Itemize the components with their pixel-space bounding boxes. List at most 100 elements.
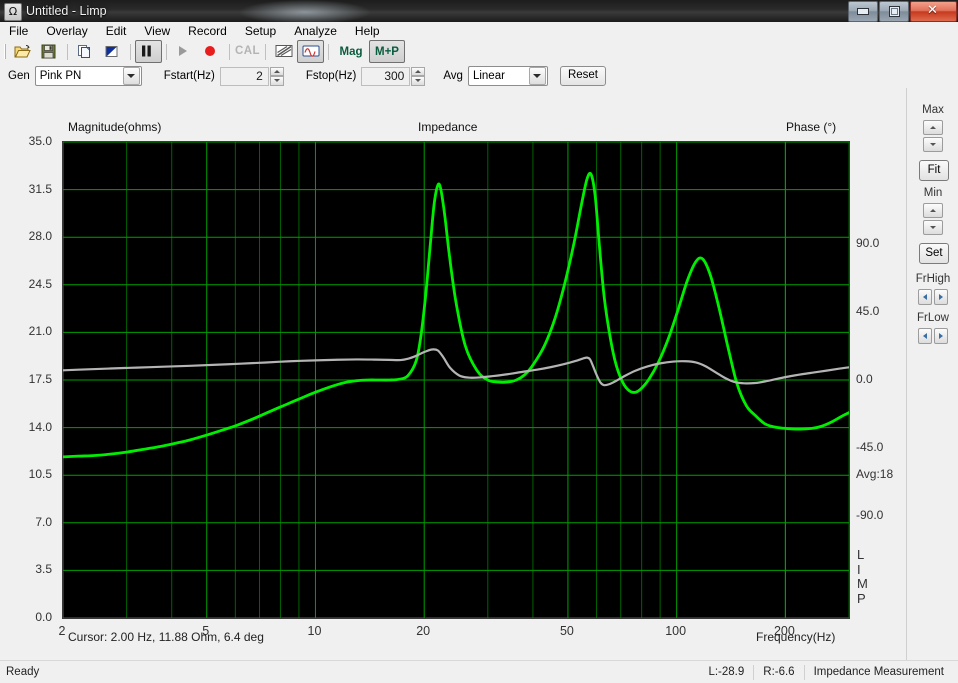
max-stepper-up[interactable]: [923, 120, 943, 135]
min-stepper[interactable]: [923, 203, 943, 237]
y-axis-tick-label: 24.5: [28, 276, 52, 291]
fstop-input[interactable]: 300: [361, 66, 411, 86]
fit-button[interactable]: Fit: [919, 160, 949, 181]
fstop-label: Fstop(Hz): [305, 70, 357, 82]
impedance-chart: Magnitude(ohms) Impedance Phase (°) 0.0 3…: [0, 88, 904, 660]
save-button[interactable]: [36, 40, 63, 63]
toolbar-filler: [405, 43, 953, 60]
fstart-stepper-up[interactable]: [269, 66, 284, 76]
frhigh-stepper-right[interactable]: [934, 289, 948, 305]
window-title: Untitled - Limp: [26, 4, 107, 18]
menu-item-view[interactable]: View: [135, 22, 179, 40]
plot-svg: [63, 142, 849, 618]
open-button[interactable]: [9, 40, 36, 63]
close-button[interactable]: ✕: [910, 1, 957, 22]
frhigh-stepper[interactable]: [918, 289, 950, 305]
avg-label: Avg: [443, 70, 463, 82]
phase-axis-tick-label: -90.0: [856, 508, 884, 522]
fstop-stepper-up[interactable]: [411, 66, 426, 76]
fstart-stepper[interactable]: [269, 66, 284, 86]
title-bar-glow: [240, 0, 370, 22]
magnitude-button[interactable]: Mag: [333, 40, 369, 63]
y2-axis-title: Phase (°): [786, 120, 837, 134]
mag-phase-button[interactable]: M+P: [369, 40, 405, 63]
y-axis-tick-label: 35.0: [28, 134, 52, 148]
y-axis-tick-label: 10.5: [28, 467, 52, 482]
menu-bar: File Overlay Edit View Record Setup Anal…: [0, 22, 958, 40]
frlow-stepper[interactable]: [918, 328, 950, 344]
averaging-select[interactable]: Linear: [467, 66, 548, 86]
fstop-stepper-down[interactable]: [411, 76, 426, 86]
record-button[interactable]: [198, 40, 225, 63]
phase-axis-tick-label: -45.0: [856, 440, 884, 454]
cursor-readout: Cursor: 2.00 Hz, 11.88 Ohm, 6.4 deg: [68, 630, 264, 644]
menu-item-record[interactable]: Record: [179, 22, 236, 40]
toolbar-separator: [328, 43, 329, 60]
frhigh-label: FrHigh: [915, 273, 951, 285]
x-axis-tick-label: 2: [58, 624, 66, 638]
status-bar: Ready L:-28.9 R:-6.6 Impedance Measureme…: [0, 660, 958, 683]
generator-select[interactable]: Pink PN: [34, 66, 142, 86]
menu-item-analyze[interactable]: Analyze: [285, 22, 346, 40]
toolbar-grip[interactable]: [1, 42, 9, 61]
min-stepper-down[interactable]: [923, 220, 943, 235]
omega-icon[interactable]: Ω: [4, 3, 22, 21]
frhigh-stepper-left[interactable]: [918, 289, 932, 305]
minimize-button[interactable]: [848, 1, 878, 22]
status-message: Ready: [6, 666, 40, 678]
menu-item-help[interactable]: Help: [346, 22, 389, 40]
y-axis-tick-label: 21.0: [28, 324, 52, 339]
menu-item-overlay[interactable]: Overlay: [37, 22, 96, 40]
calibrate-button[interactable]: CAL: [234, 40, 261, 63]
play-icon: [176, 44, 193, 59]
frlow-label: FrLow: [917, 312, 949, 324]
toolbar-separator: [229, 43, 230, 60]
color-button[interactable]: [99, 40, 126, 63]
fstart-input[interactable]: 2: [219, 66, 269, 86]
phase-axis-tick-label: 90.0: [856, 236, 880, 250]
chevron-down-icon[interactable]: [528, 67, 546, 85]
menu-item-setup[interactable]: Setup: [236, 22, 285, 40]
fstart-stepper-down[interactable]: [269, 76, 284, 86]
folder-open-icon: [14, 44, 31, 59]
main-toolbar: CAL Mag M+P: [0, 40, 958, 63]
toolbar-separator: [166, 43, 167, 60]
generator-toolbar: Gen Pink PN Fstart(Hz) 2 Fstop(Hz) 300 A…: [0, 64, 958, 89]
menu-item-file[interactable]: File: [0, 22, 37, 40]
max-stepper[interactable]: [923, 120, 943, 154]
y-axis-title: Magnitude(ohms): [68, 120, 162, 134]
fstop-stepper[interactable]: [411, 66, 426, 86]
right-level-readout: R:-6.6: [753, 664, 803, 680]
blue-triangle-icon: [104, 44, 121, 59]
min-label: Min: [923, 187, 943, 199]
limp-application-window: Ω Untitled - Limp ✕ File Overlay Edit Vi…: [0, 0, 958, 683]
y-axis-tick-label: 31.5: [28, 181, 52, 196]
impedance-button[interactable]: [270, 40, 297, 63]
min-stepper-up[interactable]: [923, 203, 943, 218]
set-button[interactable]: Set: [919, 243, 949, 264]
chevron-down-icon[interactable]: [122, 67, 140, 85]
pause-button[interactable]: [135, 40, 162, 63]
y-axis-tick-label: 28.0: [28, 229, 52, 244]
cal-text-icon: CAL: [234, 45, 261, 57]
record-dot-icon: [203, 44, 220, 59]
plot-canvas[interactable]: [62, 141, 850, 619]
copy-button[interactable]: [72, 40, 99, 63]
max-stepper-down[interactable]: [923, 137, 943, 152]
fstart-label: Fstart(Hz): [163, 70, 215, 82]
copy-page-icon: [77, 44, 94, 59]
frlow-stepper-left[interactable]: [918, 328, 932, 344]
play-button[interactable]: [171, 40, 198, 63]
y-axis-tick-label: 0.0: [35, 610, 52, 624]
measurement-view: Magnitude(ohms) Impedance Phase (°) 0.0 3…: [0, 88, 958, 660]
generator-value: Pink PN: [39, 70, 82, 82]
maximize-button[interactable]: [879, 1, 909, 22]
toolbar-separator: [130, 43, 131, 60]
close-icon: ✕: [927, 3, 938, 18]
toolbar-separator: [67, 43, 68, 60]
sine-wave-icon: [302, 44, 320, 59]
frlow-stepper-right[interactable]: [934, 328, 948, 344]
waveform-button[interactable]: [297, 40, 324, 63]
menu-item-edit[interactable]: Edit: [97, 22, 136, 40]
reset-button[interactable]: Reset: [559, 66, 606, 86]
